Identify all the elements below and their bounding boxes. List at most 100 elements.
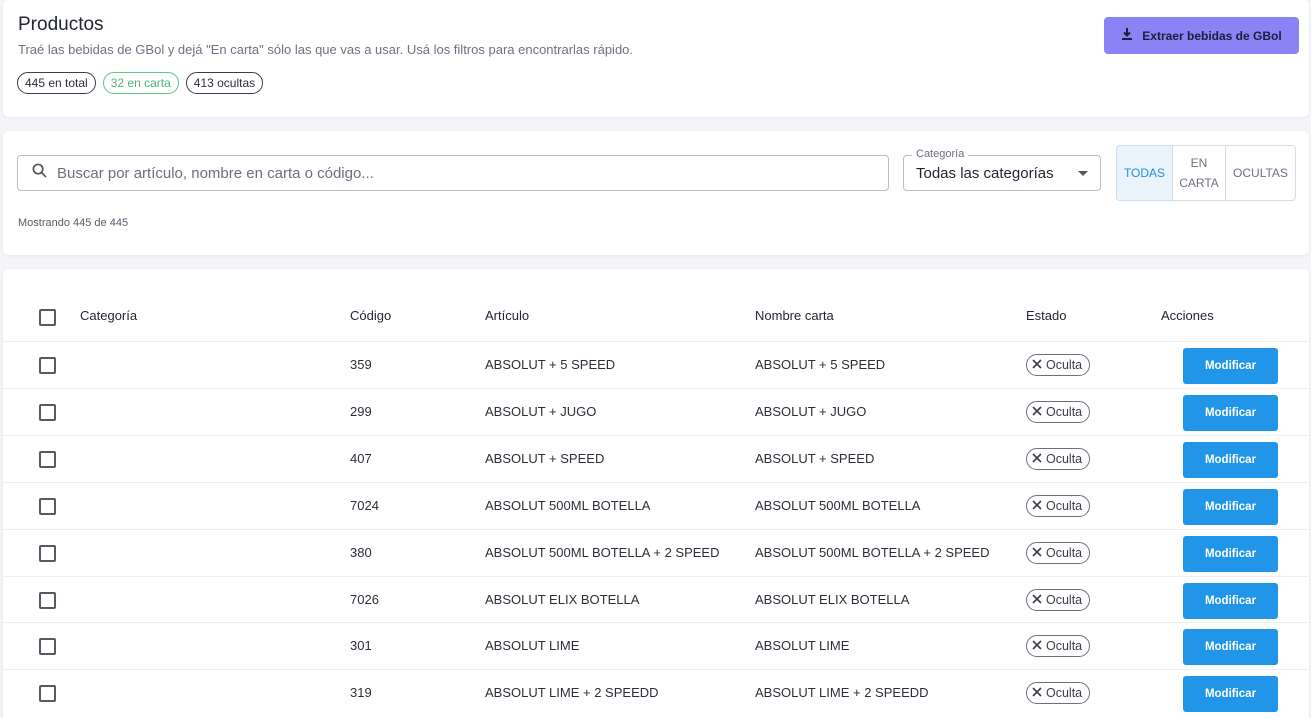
toggle-in-menu[interactable]: EN CARTA bbox=[1172, 146, 1225, 200]
close-icon bbox=[1032, 639, 1042, 653]
table-row: 380 ABSOLUT 500ML BOTELLA + 2 SPEED ABSOLU… bbox=[3, 528, 1309, 576]
status-label: Oculta bbox=[1046, 358, 1083, 372]
table-row: 407 ABSOLUT + SPEED ABSOLUT + SPEED Oculta M… bbox=[3, 434, 1309, 482]
column-header-actions: Acciones bbox=[1161, 308, 1214, 323]
row-checkbox[interactable] bbox=[39, 685, 56, 703]
modify-button[interactable]: Modificar bbox=[1183, 441, 1278, 478]
hidden-count-chip: 413 ocultas bbox=[185, 72, 264, 94]
table-row: 301 ABSOLUT LIME ABSOLUT LIME Oculta Modific… bbox=[3, 622, 1309, 669]
row-code: 301 bbox=[350, 638, 372, 654]
row-checkbox[interactable] bbox=[39, 403, 56, 421]
category-select-label: Categoría bbox=[912, 148, 969, 160]
close-icon bbox=[1032, 686, 1042, 700]
row-code: 7026 bbox=[350, 591, 379, 607]
results-count: Mostrando 445 de 445 bbox=[18, 217, 129, 229]
status-badge: Oculta bbox=[1026, 588, 1091, 611]
row-article: ABSOLUT + JUGO bbox=[485, 403, 597, 419]
close-icon bbox=[1032, 405, 1042, 419]
row-article: ABSOLUT 500ML BOTELLA bbox=[485, 497, 651, 513]
page-title: Productos bbox=[18, 14, 104, 35]
status-label: Oculta bbox=[1046, 592, 1083, 607]
row-article: ABSOLUT 500ML BOTELLA + 2 SPEED bbox=[485, 544, 720, 560]
row-article: ABSOLUT + SPEED bbox=[485, 450, 605, 466]
status-label: Oculta bbox=[1046, 451, 1083, 466]
toggle-hidden[interactable]: OCULTAS bbox=[1225, 146, 1295, 200]
modify-button[interactable]: Modificar bbox=[1183, 676, 1278, 713]
header-card: Productos Traé las bebidas de GBol y dej… bbox=[3, 0, 1309, 117]
close-icon bbox=[1032, 452, 1042, 466]
close-icon bbox=[1032, 546, 1042, 560]
status-badge: Oculta bbox=[1026, 682, 1091, 705]
row-code: 319 bbox=[350, 685, 372, 701]
row-menu-name: ABSOLUT LIME bbox=[755, 638, 850, 654]
close-icon bbox=[1032, 593, 1042, 607]
table-row: 359 ABSOLUT + 5 SPEED ABSOLUT + 5 SPEED Ocu… bbox=[3, 341, 1309, 388]
modify-button[interactable]: Modificar bbox=[1183, 629, 1278, 666]
column-header-code: Código bbox=[350, 308, 392, 323]
status-badge: Oculta bbox=[1026, 400, 1091, 423]
row-code: 407 bbox=[350, 450, 372, 466]
status-label: Oculta bbox=[1046, 498, 1083, 513]
status-badge: Oculta bbox=[1026, 354, 1091, 376]
table-row: 299 ABSOLUT + JUGO ABSOLUT + JUGO Oculta Mod… bbox=[3, 387, 1309, 435]
row-menu-name: ABSOLUT 500ML BOTELLA + 2 SPEED bbox=[755, 544, 990, 560]
row-checkbox[interactable] bbox=[39, 591, 56, 609]
row-code: 7024 bbox=[350, 497, 379, 513]
row-checkbox[interactable] bbox=[39, 357, 56, 374]
search-box[interactable] bbox=[17, 155, 889, 191]
column-header-status: Estado bbox=[1026, 308, 1067, 323]
total-count-chip: 445 en total bbox=[17, 72, 96, 94]
status-badge: Oculta bbox=[1026, 541, 1091, 564]
status-badge: Oculta bbox=[1026, 447, 1091, 470]
table-row: 7026 ABSOLUT ELIX BOTELLA ABSOLUT ELIX BOT… bbox=[3, 575, 1309, 623]
column-header-menu-name: Nombre carta bbox=[755, 308, 834, 323]
page-subtitle: Traé las bebidas de GBol y dejá "En cart… bbox=[18, 42, 634, 57]
status-label: Oculta bbox=[1046, 404, 1083, 419]
row-checkbox[interactable] bbox=[39, 497, 56, 515]
toggle-all[interactable]: TODAS bbox=[1117, 146, 1172, 200]
row-menu-name: ABSOLUT ELIX BOTELLA bbox=[755, 591, 910, 607]
search-input[interactable] bbox=[57, 164, 857, 182]
row-article: ABSOLUT LIME bbox=[485, 638, 580, 654]
status-label: Oculta bbox=[1046, 545, 1083, 560]
table-row: 7024 ABSOLUT 500ML BOTELLA ABSOLUT 500ML B… bbox=[3, 481, 1309, 529]
row-menu-name: ABSOLUT 500ML BOTELLA bbox=[755, 497, 921, 513]
column-header-article: Artículo bbox=[485, 308, 530, 323]
modify-button[interactable]: Modificar bbox=[1183, 488, 1278, 525]
row-checkbox[interactable] bbox=[39, 544, 56, 562]
column-header-category: Categoría bbox=[80, 308, 138, 323]
row-article: ABSOLUT ELIX BOTELLA bbox=[485, 591, 640, 607]
visibility-filter-toggle: TODAS EN CARTA OCULTAS bbox=[1116, 145, 1296, 201]
row-checkbox[interactable] bbox=[39, 638, 56, 656]
row-code: 359 bbox=[350, 357, 372, 372]
row-article: ABSOLUT + 5 SPEED bbox=[485, 357, 616, 372]
table-row: 319 ABSOLUT LIME + 2 SPEEDD ABSOLUT LIME +… bbox=[3, 669, 1309, 716]
close-icon bbox=[1032, 499, 1042, 513]
row-menu-name: ABSOLUT + SPEED bbox=[755, 450, 875, 466]
status-label: Oculta bbox=[1046, 639, 1083, 654]
products-table: Categoría Código Artículo Nombre carta E… bbox=[3, 269, 1309, 718]
category-select[interactable]: Categoría Todas las categorías bbox=[903, 148, 1101, 191]
summary-chips: 445 en total 32 en carta 413 ocultas bbox=[17, 72, 264, 94]
modify-button[interactable]: Modificar bbox=[1183, 582, 1278, 619]
modify-button[interactable]: Modificar bbox=[1183, 348, 1278, 384]
row-menu-name: ABSOLUT LIME + 2 SPEEDD bbox=[755, 685, 929, 701]
search-icon bbox=[32, 163, 47, 183]
row-code: 299 bbox=[350, 403, 372, 419]
category-select-value: Todas las categorías bbox=[916, 165, 1054, 182]
status-badge: Oculta bbox=[1026, 635, 1091, 658]
extract-drinks-label: Extraer bebidas de GBol bbox=[1142, 28, 1282, 43]
row-article: ABSOLUT LIME + 2 SPEEDD bbox=[485, 685, 659, 701]
close-icon bbox=[1032, 358, 1042, 372]
row-code: 380 bbox=[350, 544, 372, 560]
status-badge: Oculta bbox=[1026, 494, 1091, 517]
select-all-checkbox[interactable] bbox=[39, 309, 56, 326]
row-checkbox[interactable] bbox=[39, 450, 56, 468]
filter-card: Categoría Todas las categorías TODAS EN … bbox=[3, 131, 1309, 255]
chevron-down-icon bbox=[1078, 171, 1088, 176]
row-menu-name: ABSOLUT + JUGO bbox=[755, 403, 867, 419]
extract-drinks-button[interactable]: Extraer bebidas de GBol bbox=[1104, 17, 1299, 54]
modify-button[interactable]: Modificar bbox=[1183, 394, 1278, 431]
status-label: Oculta bbox=[1046, 686, 1083, 701]
modify-button[interactable]: Modificar bbox=[1183, 535, 1278, 572]
